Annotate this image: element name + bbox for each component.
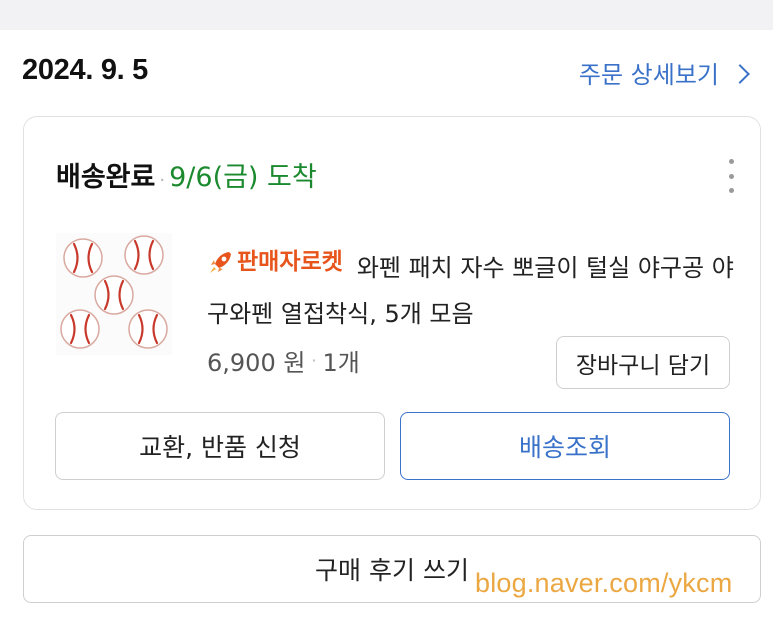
- rocket-badge-label: 판매자로켓: [237, 249, 343, 275]
- top-divider-band: [0, 0, 773, 30]
- price-separator: ·: [311, 351, 317, 370]
- more-options-icon[interactable]: [724, 159, 738, 193]
- price-row: 6,900 원 · 1개: [207, 343, 360, 378]
- shipment-status-row: 배송완료 · 9/6(금) 도착: [56, 155, 317, 194]
- status-separator: ·: [159, 170, 166, 191]
- order-date: 2024. 9. 5: [22, 54, 148, 86]
- seller-rocket-badge: 판매자로켓: [207, 239, 343, 285]
- add-to-cart-button[interactable]: 장바구니 담기: [556, 336, 730, 389]
- rocket-icon: [210, 252, 231, 273]
- arrival-date: 9/6(금) 도착: [169, 162, 317, 193]
- order-item-card: 배송완료 · 9/6(금) 도착 판매자로켓 와펜 패치 자수 뽀글이 털실 야…: [23, 116, 761, 510]
- blog-watermark: blog.naver.com/ykcm: [475, 568, 733, 598]
- product-quantity: 1개: [322, 349, 360, 377]
- order-detail-link-label: 주문 상세보기: [578, 61, 719, 89]
- product-price: 6,900 원: [207, 349, 306, 377]
- product-title-block[interactable]: 판매자로켓 와펜 패치 자수 뽀글이 털실 야구공 야구와펜 열접착식, 5개 …: [207, 239, 737, 337]
- product-thumbnail[interactable]: [56, 233, 172, 355]
- order-detail-link[interactable]: 주문 상세보기: [578, 55, 750, 90]
- shipment-status: 배송완료: [56, 162, 156, 193]
- chevron-right-icon: [730, 63, 750, 84]
- exchange-return-button[interactable]: 교환, 반품 신청: [55, 412, 385, 480]
- track-delivery-button[interactable]: 배송조회: [400, 412, 730, 480]
